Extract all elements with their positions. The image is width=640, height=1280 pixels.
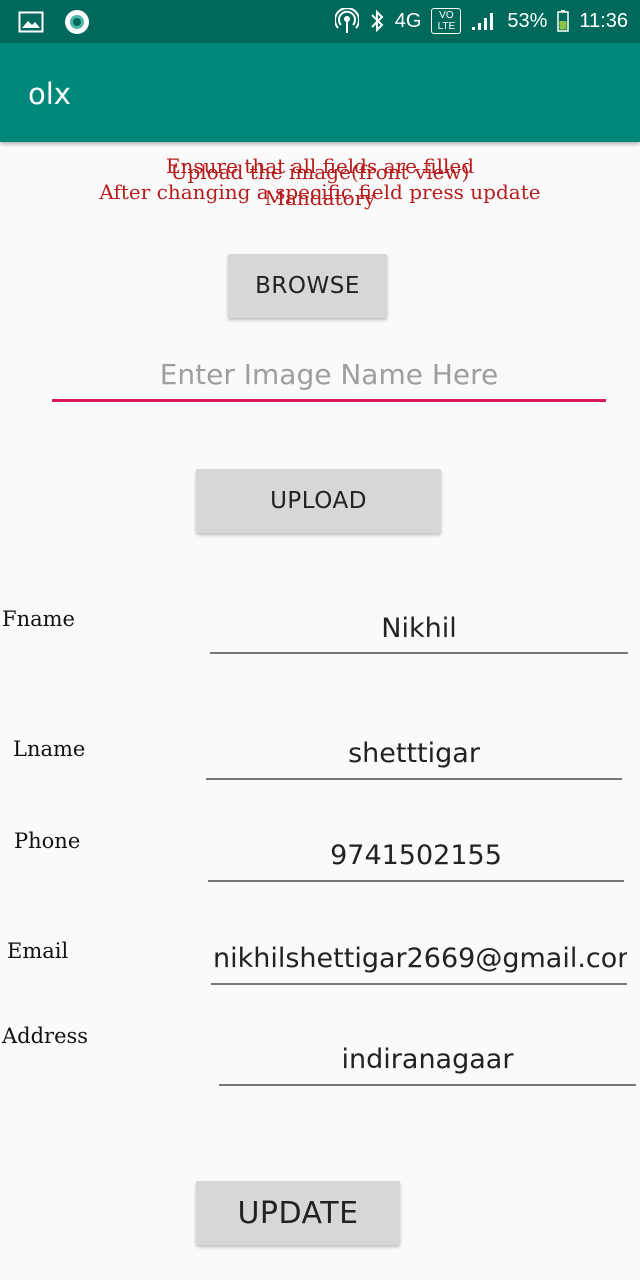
volte-badge: VO LTE — [431, 8, 462, 34]
address-field[interactable] — [219, 1040, 636, 1086]
phone-field[interactable] — [208, 836, 624, 882]
bluetooth-icon — [369, 9, 385, 33]
update-button[interactable]: UPDATE — [196, 1181, 400, 1245]
upload-button[interactable]: UPLOAD — [196, 469, 441, 533]
network-type: 4G — [394, 9, 422, 32]
note-mandatory: Mandatory — [264, 186, 376, 210]
fname-label: Fname — [2, 607, 75, 631]
app-bar: olx — [0, 43, 640, 142]
address-label: Address — [2, 1024, 89, 1048]
record-icon — [64, 9, 90, 35]
signal-icon — [471, 11, 497, 31]
email-field[interactable] — [211, 939, 627, 985]
app-title: olx — [28, 77, 71, 111]
image-name-input[interactable] — [52, 350, 606, 402]
email-label: Email — [7, 939, 69, 963]
phone-label: Phone — [14, 829, 81, 853]
fname-field[interactable] — [210, 610, 628, 654]
status-bar: 4G VO LTE 53% 11:36 — [0, 0, 640, 43]
battery-percent: 53% — [507, 9, 548, 32]
hotspot-icon — [334, 8, 359, 34]
lname-label: Lname — [13, 737, 86, 761]
battery-icon — [557, 10, 570, 32]
clock: 11:36 — [579, 9, 628, 32]
gallery-icon — [18, 11, 44, 33]
lname-field[interactable] — [206, 735, 622, 780]
browse-button[interactable]: BROWSE — [228, 254, 387, 318]
